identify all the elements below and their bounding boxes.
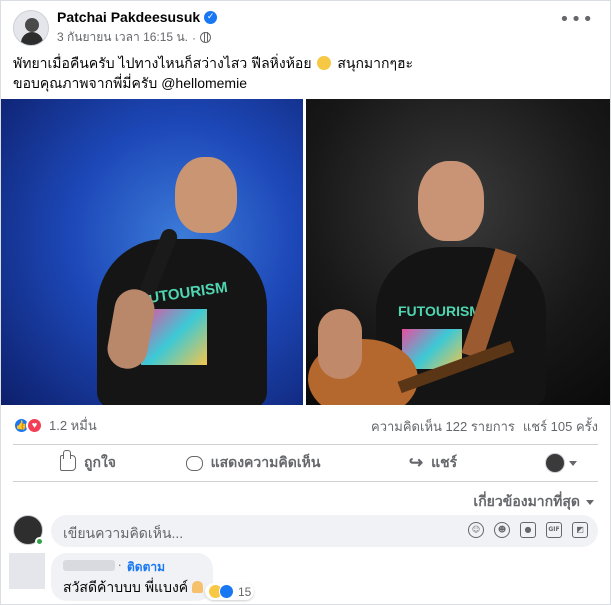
love-reaction-icon: ♥ [26,417,43,434]
shirt-text: FUTOURISM [398,303,481,319]
author-avatar[interactable] [13,10,49,46]
share-arrow-icon: ↪ [408,453,424,472]
sticker-icon[interactable]: ◩ [572,522,588,538]
engagement-counts: ความคิดเห็น 122 รายการ แชร์ 105 ครั้ง [371,416,598,437]
sort-label: เกี่ยวข้องมากที่สุด [473,493,580,509]
share-label: แชร์ [431,454,458,470]
post-actions: ถูกใจ แสดงความคิดเห็น ↪ แชร์ [13,444,598,482]
chevron-down-icon [568,460,577,466]
performer-head-shape [175,157,237,233]
avatar-body-shape [21,32,43,45]
comment-composer: เขียนความคิดเห็น... ☺ ☻ ● GIF ◩ [13,515,598,547]
caption-text-1: พัทยาเมื่อคืนครับ ไปทางไหนก็สว่างไสว ฟีล… [13,55,312,71]
share-count[interactable]: แชร์ 105 ครั้ง [523,416,598,437]
camera-icon[interactable]: ● [520,522,536,538]
thumbs-up-icon [60,450,76,471]
comment-placeholder: เขียนความคิดเห็น... [63,525,184,541]
verified-badge-icon: ✓ [204,10,218,24]
guitarist-head-shape [418,161,484,241]
author-name-row: Patchai Pakdeesusuk ✓ [57,9,218,25]
post-stats: 👍 ♥ 1.2 หมื่น ความคิดเห็น 122 รายการ แชร… [13,413,598,435]
comment-input[interactable]: เขียนความคิดเห็น... ☺ ☻ ● GIF ◩ [51,515,598,547]
post-meta: 3 กันยายน เวลา 16:15 น. · [57,28,211,47]
selector-avatar [544,453,565,473]
comment-label: แสดงความคิดเห็น [210,454,321,470]
photo-right[interactable]: FUTOURISM [306,99,610,405]
share-button[interactable]: ↪ แชร์ [343,445,523,481]
comment-bubble-icon [185,455,203,471]
post-header: Patchai Pakdeesusuk ✓ 3 กันยายน เวลา 16:… [13,7,598,47]
follow-link[interactable]: ติดตาม [127,558,165,577]
emoji-icon[interactable]: ☻ [494,522,510,538]
comment-item: · ติดตาม สวัสดีค้าบบบ พี่แบงค์ 15 [9,553,598,603]
comment-reactions[interactable]: 15 [205,583,255,600]
more-horizontal-icon[interactable]: ••• [559,11,594,29]
reaction-identity-selector[interactable] [523,445,598,481]
post-card: Patchai Pakdeesusuk ✓ 3 กันยายน เวลา 16:… [0,0,611,605]
avatar-head-shape [25,18,39,32]
comment-sort-dropdown[interactable]: เกี่ยวข้องมากที่สุด [473,491,594,513]
gif-icon[interactable]: GIF [546,522,562,538]
like-label: ถูกใจ [84,454,116,470]
globe-icon[interactable] [199,32,211,43]
profile-sticker-icon[interactable]: ☺ [468,522,484,538]
caption-text-1-tail: สนุกมากๆฮะ [337,55,414,71]
guitarist-arm-shape [318,309,362,379]
comment-reaction-count: 15 [238,584,252,599]
comment-bubble: · ติดตาม สวัสดีค้าบบบ พี่แบงค์ [51,553,213,601]
reaction-summary[interactable]: 👍 ♥ 1.2 หมื่น [13,415,97,436]
comment-count[interactable]: ความคิดเห็น 122 รายการ [371,416,515,437]
post-timestamp[interactable]: 3 กันยายน เวลา 16:15 น. [57,28,188,47]
like-button[interactable]: ถูกใจ [13,445,163,481]
author-name[interactable]: Patchai Pakdeesusuk [57,9,200,25]
caption-line-1: พัทยาเมื่อคืนครับ ไปทางไหนก็สว่างไสว ฟีล… [13,53,598,73]
like-reaction-icon [219,584,234,599]
commenter-avatar-blurred[interactable] [9,553,45,589]
comment-text: สวัสดีค้าบบบ พี่แบงค์ [63,579,189,595]
comment-text-row: สวัสดีค้าบบบ พี่แบงค์ [63,577,204,599]
meta-separator: · [191,30,196,45]
caption-line-2: ขอบคุณภาพจากพี่มี่ครับ @hellomemie [13,75,247,91]
online-status-dot [35,537,44,546]
chevron-down-icon [586,499,594,505]
commenter-name-blurred[interactable] [63,560,115,571]
comment-button[interactable]: แสดงความคิดเห็น [163,445,343,481]
photo-left[interactable]: FUTOURISM [1,99,303,405]
post-caption: พัทยาเมื่อคืนครับ ไปทางไหนก็สว่างไสว ฟีล… [13,53,598,93]
reaction-count: 1.2 หมื่น [49,418,97,433]
praying-hands-emoji-icon [192,581,204,593]
name-separator: · [118,559,122,572]
composer-tools: ☺ ☻ ● GIF ◩ [468,522,588,538]
laughing-emoji-icon [317,56,332,70]
post-photos: FUTOURISM FUTOURISM [1,99,610,405]
